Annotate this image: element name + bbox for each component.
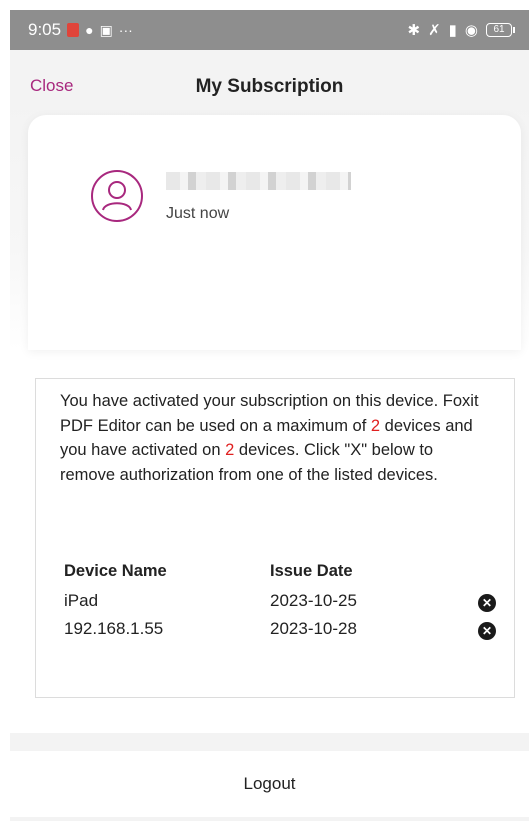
signal-icon: ▮: [448, 22, 457, 39]
chat-bubble-icon: ●: [85, 22, 94, 38]
status-right: ✱ ✗ ▮ ◉ 61: [407, 21, 515, 39]
battery-icon: 61: [486, 23, 515, 37]
page-title: My Subscription: [195, 76, 344, 97]
remove-device-icon[interactable]: ✕: [478, 622, 496, 640]
logout-button[interactable]: Logout: [10, 751, 529, 817]
more-notifications: ···: [118, 22, 133, 38]
profile-card: [28, 115, 521, 350]
device-info-panel: You have activated your subscription on …: [35, 378, 515, 698]
column-issue-date: Issue Date: [270, 562, 353, 580]
remove-device-icon[interactable]: ✕: [478, 594, 496, 612]
bluetooth-icon: ✱: [407, 22, 421, 39]
last-login-time: Just now: [166, 205, 230, 222]
avatar: [91, 170, 143, 222]
mute-icon: ✗: [428, 22, 441, 39]
max-devices-count: 2: [370, 416, 381, 435]
section-divider: [10, 733, 529, 751]
wifi-icon: ◉: [464, 22, 478, 39]
user-icon: [102, 181, 132, 211]
notification-red-icon: [67, 23, 80, 37]
shop-bag-icon: ▣: [99, 21, 113, 38]
username-redacted: [166, 172, 351, 190]
status-left: 9:05 ● ▣ ···: [28, 20, 133, 40]
activated-devices-count: 2: [225, 441, 235, 459]
device-name: 192.168.1.55: [64, 619, 164, 638]
status-time: 9:05: [28, 20, 62, 39]
battery-level: 61: [486, 23, 512, 37]
issue-date: 2023-10-25: [270, 591, 357, 610]
activation-message: You have activated your subscription on …: [60, 389, 492, 487]
issue-date: 2023-10-28: [270, 619, 357, 638]
column-device-name: Device Name: [64, 562, 167, 580]
device-name: iPad: [64, 591, 99, 610]
bottom-divider: [10, 817, 529, 821]
status-bar: 9:05 ● ▣ ··· ✱ ✗ ▮ ◉ 61: [10, 10, 529, 50]
